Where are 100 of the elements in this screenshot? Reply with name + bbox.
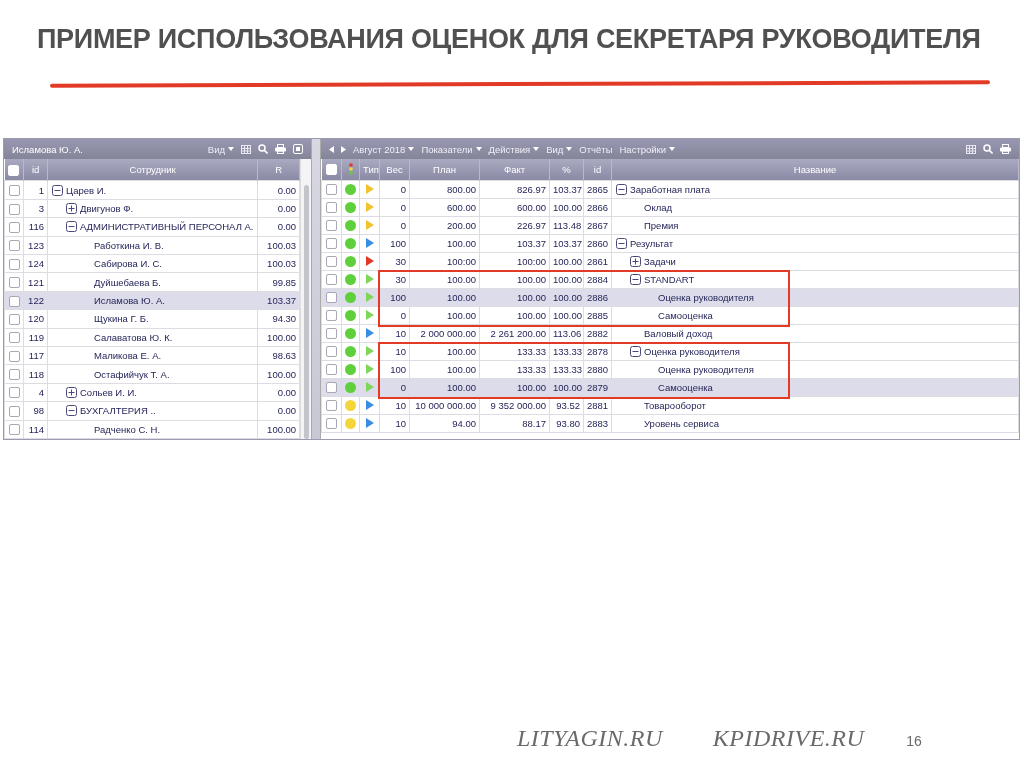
table-cell: 10 (379, 342, 410, 361)
checkbox[interactable] (326, 310, 337, 322)
table-cell: 2883 (583, 414, 612, 433)
table-cell: 0 (379, 180, 410, 199)
table-cell: 94.30 (257, 309, 300, 329)
checkbox[interactable] (326, 274, 337, 286)
table-cell: 2881 (583, 396, 612, 415)
checkbox[interactable] (8, 240, 20, 252)
print-icon[interactable] (275, 144, 286, 154)
table-cell: 100.03 (257, 254, 300, 273)
tree-label: Оценка руководителя (644, 346, 740, 357)
table-cell: 0 (379, 216, 410, 235)
page-number: 16 (906, 733, 922, 749)
checkbox[interactable] (8, 203, 20, 215)
table-cell: 600.00 (479, 198, 550, 217)
table-cell: 100 (379, 234, 410, 253)
expand-icon[interactable] (630, 256, 641, 267)
table-cell: 133.33 (479, 360, 550, 379)
table-cell: 88.17 (479, 414, 550, 433)
checkbox[interactable] (8, 295, 20, 307)
table-cell: 0.00 (257, 383, 300, 402)
checkbox[interactable] (326, 238, 337, 250)
table-cell: 116 (23, 217, 48, 237)
table-cell: 3 (23, 199, 48, 218)
checkbox[interactable] (8, 185, 20, 197)
checkbox[interactable] (8, 424, 20, 436)
tree-label: Задачи (644, 256, 676, 267)
collapse-icon[interactable] (630, 274, 641, 285)
table-cell: 2860 (583, 234, 612, 253)
checkbox[interactable] (326, 256, 337, 268)
expand-icon[interactable] (65, 203, 77, 215)
table-cell: 103.37 (549, 234, 584, 253)
tree-label: Оклад (644, 202, 673, 213)
previous-icon[interactable] (329, 145, 334, 153)
tree-label: Валовый доход (644, 328, 713, 339)
tree-label: Результат (630, 238, 674, 249)
checkbox[interactable] (326, 328, 337, 340)
table-cell: 118 (23, 364, 48, 384)
table-cell: 93.80 (549, 414, 584, 433)
collapse-icon[interactable] (616, 238, 627, 249)
checkbox[interactable] (326, 202, 337, 214)
table-cell: 114 (23, 420, 48, 439)
table-cell: 100.00 (257, 328, 300, 347)
expand-icon[interactable] (65, 386, 77, 398)
checkbox[interactable] (8, 313, 20, 325)
tree-label: Царев И. (65, 184, 107, 196)
panel-splitter[interactable] (311, 139, 321, 439)
tree-label: Уровень сервиса (644, 418, 719, 429)
table-cell: 117 (23, 346, 48, 365)
checkbox[interactable] (8, 332, 20, 344)
collapse-icon[interactable] (630, 346, 641, 357)
checkbox[interactable] (8, 369, 20, 381)
tree-label: БУХГАЛТЕРИЯ .. (79, 405, 156, 417)
collapse-icon[interactable] (51, 184, 63, 196)
search-icon[interactable] (258, 144, 268, 154)
caret-icon (228, 147, 234, 151)
table-cell: 10 000 000.00 (409, 396, 480, 415)
tree-label: Оценка руководителя (658, 364, 754, 375)
print-icon[interactable] (1000, 144, 1011, 154)
checkbox[interactable] (326, 382, 337, 394)
table-cell: 123 (23, 236, 48, 255)
tree-label: Самооценка (658, 310, 713, 321)
checkbox[interactable] (8, 350, 20, 362)
table-cell: 100.00 (409, 342, 480, 361)
table-cell: 4 (23, 383, 48, 402)
checkbox[interactable] (326, 184, 337, 196)
collapse-icon[interactable] (65, 405, 77, 417)
checkbox[interactable] (326, 220, 337, 232)
grid-icon[interactable] (966, 144, 976, 154)
table-cell: 100.00 (549, 306, 584, 325)
panel-title: Исламова Ю. А. (12, 143, 83, 155)
grid-icon[interactable] (241, 144, 251, 154)
collapse-icon[interactable] (65, 221, 77, 233)
table-cell: 121 (23, 272, 48, 292)
footer-link[interactable]: KPIDRIVE.RU (712, 725, 865, 752)
search-icon[interactable] (983, 144, 993, 154)
scrollbar-thumb[interactable] (303, 185, 309, 439)
checkbox[interactable] (8, 221, 20, 233)
tree-label: Сольев И. И. (79, 386, 137, 398)
tree-label: Дуйшебаева Б. (93, 276, 161, 288)
checkbox[interactable] (8, 258, 20, 270)
checkbox[interactable] (326, 346, 337, 358)
checkbox[interactable] (326, 292, 337, 304)
checkbox[interactable] (8, 405, 20, 417)
checkbox[interactable] (8, 387, 20, 399)
scrollbar[interactable] (300, 159, 311, 439)
checkbox[interactable] (326, 418, 337, 430)
table-cell: 2867 (583, 216, 612, 235)
table-cell: 103.37 (549, 180, 584, 199)
footer-link[interactable]: LITYAGIN.RU (517, 725, 663, 752)
collapse-icon[interactable] (616, 184, 627, 195)
export-icon[interactable] (293, 144, 303, 154)
tree-label: Сабирова И. С. (93, 258, 162, 270)
next-icon[interactable] (341, 145, 346, 153)
checkbox[interactable] (8, 277, 20, 289)
table-cell: 10 (379, 414, 410, 433)
caret-icon (408, 147, 415, 151)
checkbox[interactable] (326, 364, 337, 376)
table-cell: 600.00 (409, 198, 480, 217)
checkbox[interactable] (326, 400, 337, 412)
